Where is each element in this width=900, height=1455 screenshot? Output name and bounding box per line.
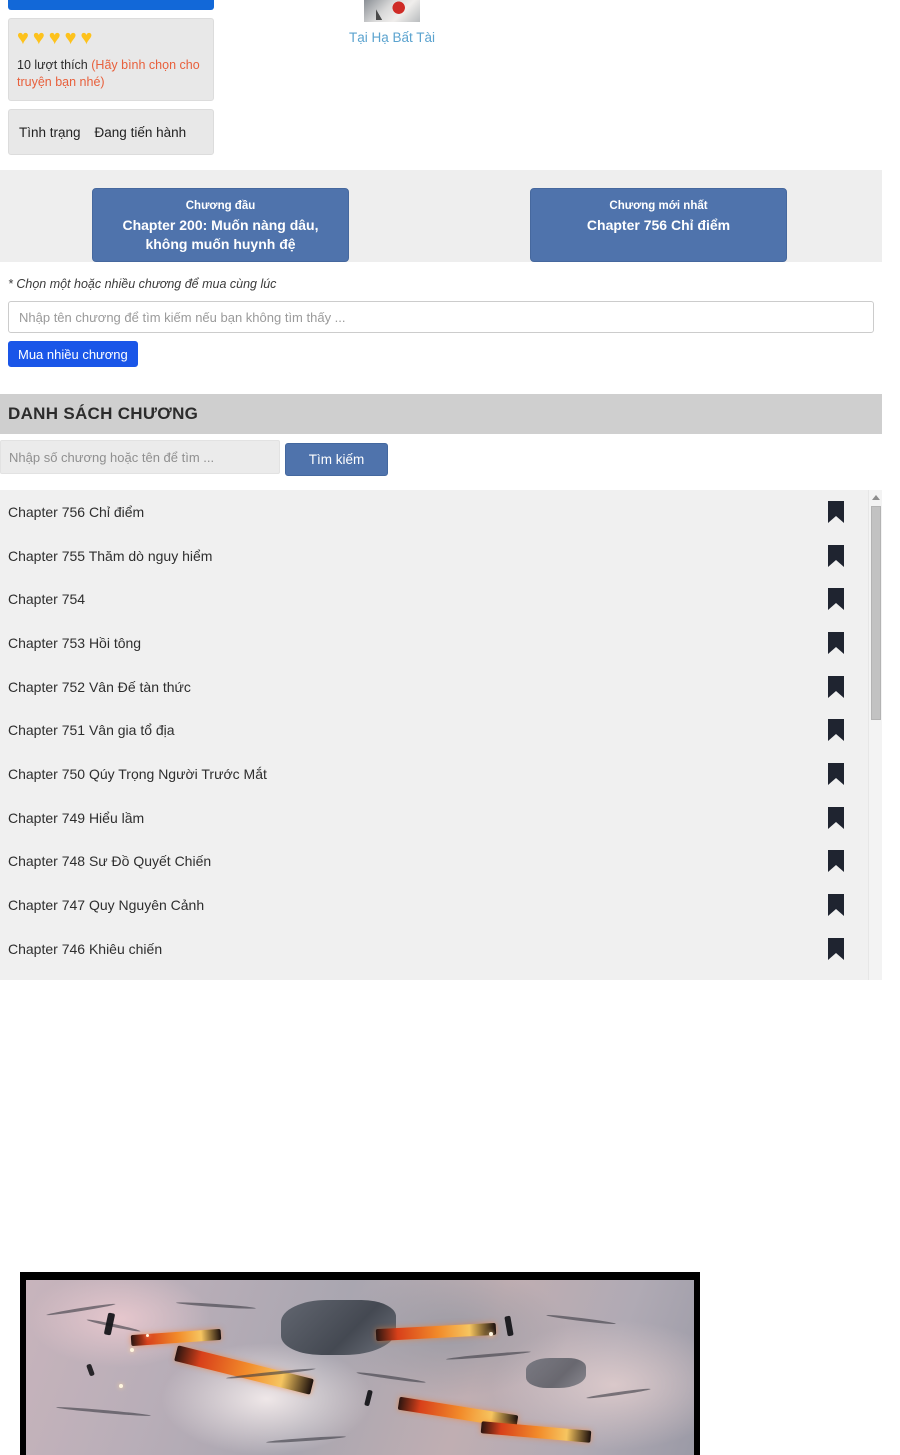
like-box: ♥♥♥♥♥ 10 lượt thích (Hãy bình chọn cho t… [8, 18, 214, 101]
chapter-rows-container: Chapter 756 Chỉ điểm Chapter 755 Thăm dò … [0, 490, 882, 971]
author-block: Tại Hạ Bất Tài [340, 0, 444, 46]
ember-spark [146, 1334, 149, 1337]
like-summary: 10 lượt thích (Hãy bình chọn cho truyện … [17, 57, 205, 91]
chapter-list-scrollbar[interactable] [868, 490, 882, 980]
surface-crack [46, 1303, 116, 1317]
comic-detail-page: ♥♥♥♥♥ 10 lượt thích (Hãy bình chọn cho t… [0, 0, 900, 1455]
bulk-purchase-hint: * Chọn một hoặc nhiều chương để mua cùng… [8, 276, 874, 292]
bulk-purchase-section: * Chọn một hoặc nhiều chương để mua cùng… [0, 262, 882, 379]
first-chapter-caption: Chương đầu [93, 199, 348, 214]
chapter-item-title: Chapter 748 Sư Đồ Quyết Chiến [8, 852, 211, 870]
scrollbar-thumb[interactable] [871, 506, 881, 720]
bookmark-icon[interactable] [827, 850, 845, 872]
debris-shard [364, 1390, 373, 1407]
heart-rating-icons[interactable]: ♥♥♥♥♥ [17, 27, 205, 51]
chapter-search-row [0, 434, 882, 486]
surface-crack [266, 1435, 346, 1444]
status-value: Đang tiến hành [95, 125, 187, 140]
surface-crack [446, 1350, 531, 1360]
lava-crack [131, 1329, 222, 1346]
comic-artwork [26, 1280, 694, 1455]
rock-shape [526, 1358, 586, 1388]
status-label: Tình trạng [19, 125, 81, 140]
bookmark-icon[interactable] [827, 807, 845, 829]
chapter-list-item[interactable]: Chapter 756 Chỉ điểm [0, 490, 882, 534]
chapter-list-item[interactable]: Chapter 749 Hiểu lầm [0, 796, 882, 840]
chapter-list-item[interactable]: Chapter 750 Qúy Trọng Người Trước Mắt [0, 752, 882, 796]
bookmark-icon[interactable] [827, 894, 845, 916]
latest-chapter-title: Chapter 756 Chỉ điểm [531, 216, 786, 235]
chapter-list-item[interactable]: Chapter 748 Sư Đồ Quyết Chiến [0, 840, 882, 884]
like-count-text: 10 lượt thích [17, 58, 88, 72]
comic-meta-column: ♥♥♥♥♥ 10 lượt thích (Hãy bình chọn cho t… [8, 0, 214, 155]
ember-spark [119, 1384, 123, 1388]
bookmark-icon[interactable] [827, 719, 845, 741]
chapter-search-input[interactable] [0, 440, 280, 474]
ember-spark [489, 1332, 493, 1336]
chapter-list-item[interactable]: Chapter 746 Khiêu chiến [0, 927, 882, 971]
rock-shape [281, 1300, 396, 1355]
chapter-item-title: Chapter 750 Qúy Trọng Người Trước Mắt [8, 765, 267, 783]
chapter-item-title: Chapter 749 Hiểu lầm [8, 809, 144, 827]
bookmark-icon[interactable] [827, 501, 845, 523]
chapter-list-header: DANH SÁCH CHƯƠNG [0, 394, 882, 434]
surface-crack [56, 1406, 151, 1417]
latest-chapter-button[interactable]: Chương mới nhất Chapter 756 Chỉ điểm [530, 188, 787, 262]
lava-crack [481, 1421, 592, 1443]
follow-button[interactable] [8, 0, 214, 10]
debris-shard [504, 1316, 513, 1337]
chapter-list-item[interactable]: Chapter 753 Hồi tông [0, 621, 882, 665]
bookmark-icon[interactable] [827, 763, 845, 785]
chapter-nav-strip: Chương đầu Chapter 200: Muốn nàng dâu, k… [0, 170, 882, 262]
chapter-list[interactable]: Chapter 756 Chỉ điểm Chapter 755 Thăm dò … [0, 490, 882, 980]
surface-crack [176, 1301, 256, 1310]
chapter-item-title: Chapter 755 Thăm dò nguy hiểm [8, 547, 212, 565]
chapter-item-title: Chapter 752 Vân Đế tàn thức [8, 678, 191, 696]
surface-crack [546, 1314, 616, 1326]
author-avatar [364, 0, 420, 22]
bulk-purchase-search-input[interactable] [8, 301, 874, 333]
ember-spark [130, 1348, 134, 1352]
first-chapter-button[interactable]: Chương đầu Chapter 200: Muốn nàng dâu, k… [92, 188, 349, 262]
bookmark-icon[interactable] [827, 676, 845, 698]
bookmark-icon[interactable] [827, 588, 845, 610]
bookmark-icon[interactable] [827, 938, 845, 960]
surface-crack [586, 1387, 651, 1399]
chapter-list-item[interactable]: Chapter 755 Thăm dò nguy hiểm [0, 534, 882, 578]
comic-page-image [20, 1272, 700, 1455]
chapter-item-title: Chapter 751 Vân gia tổ địa [8, 721, 175, 739]
debris-shard [86, 1364, 95, 1377]
chapter-list-item[interactable]: Chapter 754 [0, 577, 882, 621]
chapter-item-title: Chapter 753 Hồi tông [8, 634, 141, 652]
chapter-item-title: Chapter 746 Khiêu chiến [8, 940, 162, 958]
scroll-up-arrow-icon[interactable] [872, 495, 880, 500]
author-name-link[interactable]: Tại Hạ Bất Tài [340, 30, 444, 46]
status-box: Tình trạng Đang tiến hành [8, 109, 214, 155]
latest-chapter-caption: Chương mới nhất [531, 199, 786, 214]
chapter-search-button[interactable]: Tìm kiếm [285, 443, 388, 476]
comic-info-area: ♥♥♥♥♥ 10 lượt thích (Hãy bình chọn cho t… [0, 0, 882, 170]
chapter-item-title: Chapter 754 [8, 590, 85, 608]
chapter-list-title: DANH SÁCH CHƯƠNG [8, 404, 198, 424]
chapter-list-item[interactable]: Chapter 752 Vân Đế tàn thức [0, 665, 882, 709]
chapter-item-title: Chapter 756 Chỉ điểm [8, 503, 144, 521]
chapter-list-item[interactable]: Chapter 747 Quy Nguyên Cảnh [0, 883, 882, 927]
bookmark-icon[interactable] [827, 545, 845, 567]
chapter-list-item[interactable]: Chapter 751 Vân gia tổ địa [0, 708, 882, 752]
bulk-purchase-button[interactable]: Mua nhiều chương [8, 341, 138, 367]
first-chapter-title: Chapter 200: Muốn nàng dâu, không muốn h… [93, 216, 348, 254]
surface-crack [356, 1371, 426, 1384]
bookmark-icon[interactable] [827, 632, 845, 654]
chapter-item-title: Chapter 747 Quy Nguyên Cảnh [8, 896, 204, 914]
